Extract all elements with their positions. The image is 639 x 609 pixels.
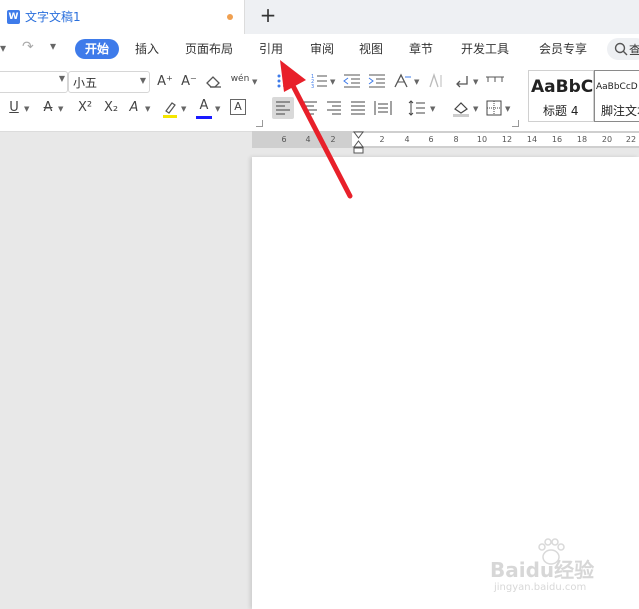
annotation-arrow-icon (280, 60, 353, 199)
document-tab-title: 文字文稿1 (25, 10, 81, 24)
style-heading-4[interactable]: AaBbC 标题 4 (528, 70, 594, 122)
sort-icon[interactable] (428, 73, 444, 89)
tab-references[interactable]: 引用 (259, 40, 283, 58)
subscript-button[interactable]: X₂ (100, 98, 122, 118)
character-border-button[interactable]: A (230, 99, 246, 115)
ruler-number: 20 (601, 135, 613, 144)
ruler-number: 14 (526, 135, 538, 144)
chevron-down-icon: ▼ (139, 76, 146, 85)
tab-stops-icon[interactable] (485, 73, 505, 89)
tab-home[interactable]: 开始 (75, 39, 119, 59)
ruler-number: 16 (551, 135, 563, 144)
search-label: 查 (629, 43, 639, 57)
ruler-text-area (352, 133, 639, 146)
font-size-value: 小五 (73, 76, 98, 90)
chevron-down-icon[interactable]: ▼ (252, 78, 257, 86)
clear-format-icon[interactable] (206, 75, 222, 89)
chevron-down-icon: ▼ (58, 74, 65, 83)
grow-font-button[interactable]: A⁺ (156, 72, 174, 92)
chevron-down-icon[interactable]: ▼ (430, 105, 435, 113)
borders-icon[interactable] (486, 100, 502, 116)
font-size-select[interactable]: 小五 ▼ (68, 71, 150, 93)
style-footnote-text[interactable]: AaBbCcD 脚注文本 (594, 70, 639, 122)
chevron-down-icon[interactable]: ▼ (215, 105, 220, 113)
ruler-number: 12 (501, 135, 513, 144)
shrink-font-button[interactable]: A⁻ (180, 72, 198, 92)
tab-insert[interactable]: 插入 (135, 40, 159, 58)
strikethrough-button[interactable]: A (40, 98, 56, 118)
chevron-down-icon[interactable]: ▼ (473, 105, 478, 113)
font-name-select[interactable]: ▼ (0, 71, 68, 93)
unsaved-indicator-icon (227, 14, 233, 20)
chevron-down-icon[interactable]: ▼ (414, 78, 419, 86)
style-footnote-label: 脚注文本 (601, 104, 639, 118)
search-box[interactable]: 查 (607, 38, 639, 60)
ruler-number: 2 (379, 135, 385, 144)
chevron-down-icon[interactable]: ▼ (145, 105, 150, 113)
customize-quick-access-icon[interactable]: ▾ (50, 39, 56, 53)
shading-icon[interactable] (451, 99, 471, 117)
watermark-brand: Baidu经验 (490, 558, 595, 582)
ruler-number: 4 (404, 135, 410, 144)
paragraph-dialog-launcher[interactable] (512, 120, 519, 127)
tab-developer-tools[interactable]: 开发工具 (461, 40, 509, 58)
tab-view[interactable]: 视图 (359, 40, 383, 58)
distributed-align-icon[interactable] (374, 100, 392, 116)
chevron-down-icon[interactable]: ▼ (473, 78, 478, 86)
increase-indent-icon[interactable] (368, 73, 386, 89)
font-dialog-launcher[interactable] (256, 120, 263, 127)
tab-member-exclusive[interactable]: 会员专享 (539, 40, 587, 58)
font-color-swatch (196, 116, 212, 119)
tab-review[interactable]: 审阅 (310, 40, 334, 58)
chevron-down-icon[interactable]: ▼ (24, 105, 29, 113)
style-footnote-preview: AaBbCcD (596, 82, 638, 92)
writer-doc-icon: W (7, 10, 20, 24)
baidu-jingyan-watermark: Baidu经验 jingyan.baidu.com (488, 538, 628, 598)
chevron-down-icon[interactable]: ▼ (58, 105, 63, 113)
underline-button[interactable]: U (6, 98, 22, 118)
new-tab-button[interactable]: + (258, 3, 278, 27)
redo-icon[interactable]: ↷ (22, 39, 34, 55)
show-hide-marks-icon[interactable] (453, 73, 471, 89)
superscript-button[interactable]: X² (74, 98, 96, 118)
ruler-number: 10 (476, 135, 488, 144)
watermark-url: jingyan.baidu.com (494, 582, 587, 593)
chevron-down-icon[interactable]: ▼ (181, 105, 186, 113)
tab-page-layout[interactable]: 页面布局 (185, 40, 233, 58)
style-heading-4-label: 标题 4 (543, 104, 579, 118)
ruler-number: 8 (453, 135, 459, 144)
highlight-icon[interactable] (162, 100, 178, 118)
pinyin-guide-button[interactable]: wén (229, 69, 251, 89)
ruler-number: 6 (428, 135, 434, 144)
ruler-number: 18 (576, 135, 588, 144)
search-icon (614, 42, 628, 56)
quick-access-dropdown-icon[interactable]: ▾ (0, 41, 6, 55)
chinese-layout-icon[interactable] (393, 73, 413, 89)
tab-chapter[interactable]: 章节 (409, 40, 433, 58)
font-color-button[interactable]: A (196, 96, 212, 116)
document-tab[interactable]: W 文字文稿1 (0, 0, 245, 34)
line-spacing-icon[interactable] (408, 100, 426, 116)
style-heading-4-preview: AaBbC (531, 77, 594, 97)
text-effect-button[interactable]: A (126, 98, 142, 118)
ruler-number: 22 (625, 135, 637, 144)
chevron-down-icon[interactable]: ▼ (505, 105, 510, 113)
